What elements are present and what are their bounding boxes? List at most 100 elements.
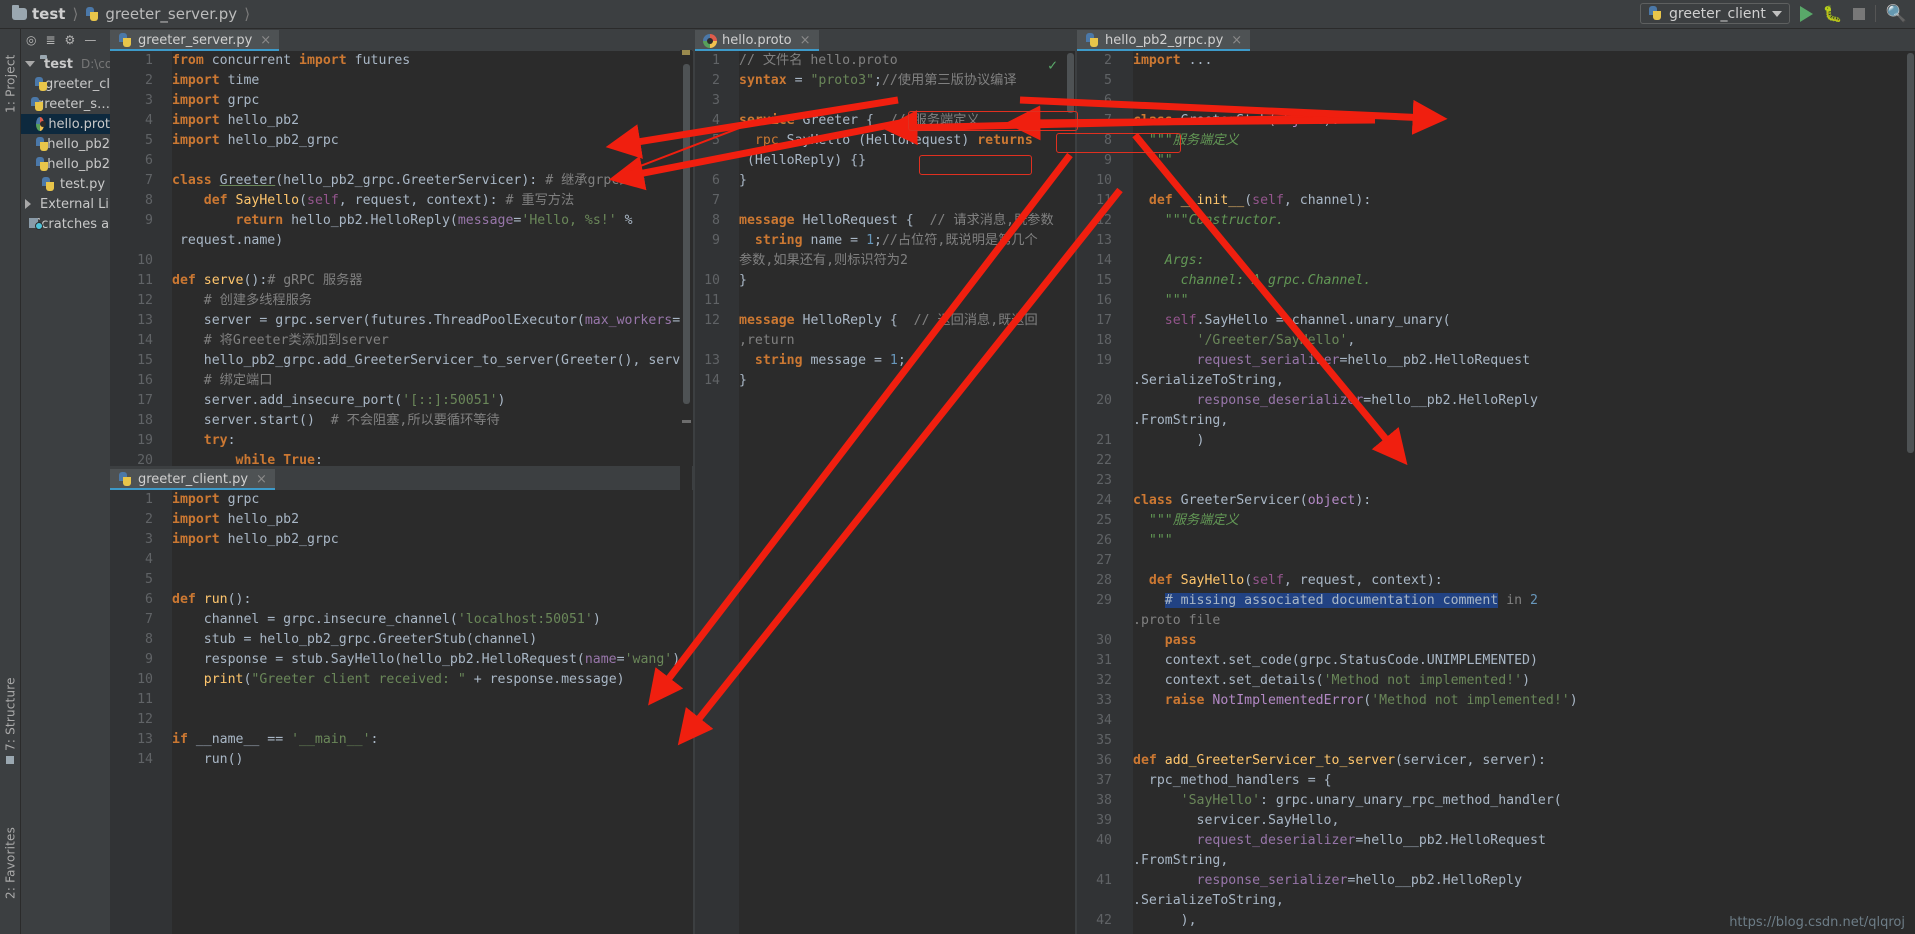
code-line[interactable]: .SerializeToString,: [1133, 891, 1915, 911]
code-line[interactable]: # 将Greeter类添加到server: [172, 331, 693, 351]
tree-node-hello-pb2[interactable]: hello_pb2: [21, 134, 110, 154]
code-line[interactable]: # 绑定端口: [172, 371, 693, 391]
source-lines-pb2grpc[interactable]: import ... class GreeterStub(object): ""…: [1133, 51, 1915, 934]
source-lines-client[interactable]: import grpc import hello_pb2 import hello_…: [172, 490, 693, 934]
code-line[interactable]: .FromString,: [1133, 851, 1915, 871]
sidebar-item-project[interactable]: 1: Project: [0, 35, 21, 113]
code-area-client[interactable]: 1 2 3 4 5 6 7 8 9 10 11 12 13 14 import grpc import he…: [110, 490, 693, 934]
fold-column[interactable]: [725, 51, 739, 934]
vertical-scrollbar[interactable]: [1905, 51, 1915, 934]
close-icon[interactable]: ×: [260, 33, 271, 48]
chevron-right-icon[interactable]: [25, 199, 31, 209]
code-line[interactable]: import ...: [1133, 51, 1915, 71]
code-line[interactable]: if __name__ == '__main__':: [172, 730, 693, 750]
code-line[interactable]: [1133, 551, 1915, 571]
code-line[interactable]: syntax = "proto3";//使用第三版协议编译: [739, 71, 1075, 91]
code-line[interactable]: rpc_method_handlers = {: [1133, 771, 1915, 791]
code-line[interactable]: class GreeterServicer(object):: [1133, 491, 1915, 511]
code-area-proto[interactable]: 1 2 3 4 5 6 7 8 9 10 11 12 13 14 // 文件名 hello.proto sy…: [695, 51, 1075, 934]
code-line[interactable]: channel = grpc.insecure_channel('localho…: [172, 610, 693, 630]
code-line[interactable]: ): [1133, 431, 1915, 451]
fold-column[interactable]: [158, 490, 172, 934]
code-line[interactable]: import hello_pb2: [172, 111, 693, 131]
fold-column[interactable]: [158, 51, 172, 466]
code-line[interactable]: """: [1133, 151, 1915, 171]
tree-node-test[interactable]: test D:\code: [21, 54, 110, 74]
code-line[interactable]: [172, 570, 693, 590]
breadcrumb-item-file[interactable]: greeter_server.py: [85, 5, 237, 23]
code-line[interactable]: [1133, 71, 1915, 91]
code-line[interactable]: """Constructor.: [1133, 211, 1915, 231]
tree-node-scratches[interactable]: Scratches an: [21, 214, 110, 234]
code-line[interactable]: import hello_pb2_grpc: [172, 530, 693, 550]
tree-node-greeter-client[interactable]: greeter_cl: [21, 74, 110, 94]
code-line[interactable]: }: [739, 371, 1075, 391]
search-button[interactable]: 🔍: [1886, 4, 1907, 24]
code-line[interactable]: stub = hello_pb2_grpc.GreeterStub(channe…: [172, 630, 693, 650]
chevron-down-icon[interactable]: [25, 61, 35, 67]
code-line[interactable]: [1133, 171, 1915, 191]
code-line[interactable]: import grpc: [172, 91, 693, 111]
vertical-scrollbar[interactable]: [1065, 51, 1075, 934]
code-line[interactable]: pass: [1133, 631, 1915, 651]
debug-button[interactable]: 🐛: [1823, 5, 1843, 22]
code-line[interactable]: '/Greeter/SayHello',: [1133, 331, 1915, 351]
code-line[interactable]: """: [1133, 531, 1915, 551]
settings-gear-icon[interactable]: ⚙: [65, 33, 76, 47]
code-line[interactable]: [1133, 731, 1915, 751]
code-line[interactable]: [172, 690, 693, 710]
stop-button[interactable]: [1852, 7, 1865, 20]
code-line[interactable]: request_serializer=hello__pb2.HelloReque…: [1133, 351, 1915, 371]
code-line[interactable]: [1133, 451, 1915, 471]
server-editor-scroll-column[interactable]: [680, 50, 692, 934]
code-line[interactable]: message HelloRequest { // 请求消息,既参数: [739, 211, 1075, 231]
code-line[interactable]: while True:: [172, 451, 693, 466]
code-line[interactable]: context.set_details('Method not implemen…: [1133, 671, 1915, 691]
run-configuration-selector[interactable]: greeter_client: [1640, 3, 1790, 24]
code-area-pb2grpc[interactable]: 2 5 6 7 8 9 10 11 12 13 14 15 16 17 18 19 20 21 22 23 24 25 26…: [1077, 51, 1915, 934]
tree-node-greeter-server[interactable]: greeter_s…: [21, 94, 110, 114]
code-line[interactable]: string message = 1;: [739, 351, 1075, 371]
code-line[interactable]: ,return: [739, 331, 1075, 351]
code-line[interactable]: [1133, 711, 1915, 731]
code-line[interactable]: 'SayHello': grpc.unary_unary_rpc_method_…: [1133, 791, 1915, 811]
tab-greeter-client-py[interactable]: greeter_client.py ×: [110, 469, 275, 490]
code-line[interactable]: self.SayHello = channel.unary_unary(: [1133, 311, 1915, 331]
code-line[interactable]: def serve():# gRPC 服务器: [172, 271, 693, 291]
code-line[interactable]: class Greeter(hello_pb2_grpc.GreeterServ…: [172, 171, 693, 191]
code-line[interactable]: def add_GreeterServicer_to_server(servic…: [1133, 751, 1915, 771]
code-line[interactable]: Args:: [1133, 251, 1915, 271]
code-line[interactable]: def run():: [172, 590, 693, 610]
code-line[interactable]: def SayHello(self, request, context):: [1133, 571, 1915, 591]
tab-greeter-server-py[interactable]: greeter_server.py ×: [110, 30, 280, 51]
code-line[interactable]: """服务端定义: [1133, 511, 1915, 531]
code-line[interactable]: server.add_insecure_port('[::]:50051'): [172, 391, 693, 411]
code-line[interactable]: .proto file: [1133, 611, 1915, 631]
run-button[interactable]: [1799, 5, 1813, 22]
sidebar-item-structure[interactable]: 7: Structure: [0, 669, 21, 764]
code-line[interactable]: }: [739, 271, 1075, 291]
code-line[interactable]: class GreeterStub(object):: [1133, 111, 1915, 131]
code-line[interactable]: hello_pb2_grpc.add_GreeterServicer_to_se…: [172, 351, 693, 371]
code-line[interactable]: [739, 91, 1075, 111]
code-line[interactable]: import grpc: [172, 490, 693, 510]
tree-node-hello-pb2-grpc[interactable]: hello_pb2: [21, 154, 110, 174]
code-line[interactable]: [1133, 91, 1915, 111]
target-icon[interactable]: ◎: [26, 33, 36, 47]
breadcrumb-item-project[interactable]: test: [12, 5, 65, 23]
code-line[interactable]: def SayHello(self, request, context): # …: [172, 191, 693, 211]
tree-node-hello-proto[interactable]: hello.prot: [21, 114, 110, 134]
source-lines-server[interactable]: from concurrent import futures import tim…: [172, 51, 693, 466]
code-line[interactable]: # 创建多线程服务: [172, 291, 693, 311]
code-line[interactable]: string name = 1;//占位符,既说明是第几个: [739, 231, 1075, 251]
code-line[interactable]: [739, 191, 1075, 211]
code-line[interactable]: import hello_pb2_grpc: [172, 131, 693, 151]
close-icon[interactable]: ×: [256, 472, 267, 487]
code-line[interactable]: .FromString,: [1133, 411, 1915, 431]
code-line[interactable]: context.set_code(grpc.StatusCode.UNIMPLE…: [1133, 651, 1915, 671]
code-line[interactable]: .SerializeToString,: [1133, 371, 1915, 391]
close-icon[interactable]: ×: [1231, 33, 1242, 48]
source-lines-proto[interactable]: // 文件名 hello.proto syntax = "proto3";//使用…: [739, 51, 1075, 934]
tab-hello-proto[interactable]: hello.proto ×: [695, 30, 819, 51]
collapse-all-icon[interactable]: ≣: [45, 33, 55, 47]
